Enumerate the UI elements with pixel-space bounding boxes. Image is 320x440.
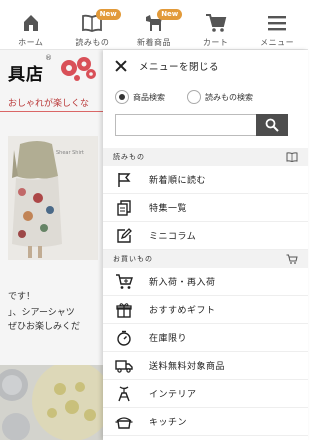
slide-menu: メニューを閉じる 商品検索 読みもの検索 読みもの 新着順に読む 特集一覧 ミニ… xyxy=(103,50,308,440)
flower-logo-icon xyxy=(61,57,96,81)
radio-product-search[interactable]: 商品検索 xyxy=(115,90,165,104)
menu-item-mini-column[interactable]: ミニコラム xyxy=(103,222,308,250)
menu-item-label: 新入荷・再入荷 xyxy=(149,278,216,288)
documents-icon xyxy=(115,199,133,217)
close-menu-button[interactable]: メニューを閉じる xyxy=(103,50,308,82)
delivery-truck-icon xyxy=(115,357,133,375)
gift-icon xyxy=(115,301,133,319)
pot-icon xyxy=(115,413,133,431)
nav-new-items-label: 新着商品 xyxy=(136,38,171,47)
section-header-reading: 読みもの xyxy=(103,148,308,166)
menu-item-interior[interactable]: インテリア xyxy=(103,380,308,408)
nav-cart[interactable]: カート xyxy=(185,0,247,49)
menu-item-label: 在庫限り xyxy=(149,334,188,344)
section-title: 読みもの xyxy=(113,153,145,161)
tagline-underline xyxy=(0,111,103,112)
home-icon xyxy=(20,13,42,33)
radio-unselected-icon xyxy=(187,90,201,104)
menu-item-label: 送料無料対象商品 xyxy=(149,362,226,372)
tagline: おしゃれが楽しくな xyxy=(8,99,90,109)
cart-icon xyxy=(286,254,298,264)
new-cart-icon xyxy=(115,273,133,291)
nav-new-items[interactable]: New 新着商品 xyxy=(123,0,185,49)
search-button[interactable] xyxy=(256,114,288,136)
menu-item-label: キッチン xyxy=(149,418,188,428)
radio-selected-icon xyxy=(115,90,129,104)
background-page: 具店 ® おしゃれが楽しくな Shear Shirt です！ 」、シアーシャツ … xyxy=(0,50,103,440)
cart-icon xyxy=(205,13,227,33)
nav-reading-label: 読みもの xyxy=(75,38,110,47)
section-header-shopping: お買いもの xyxy=(103,250,308,268)
menu-item-label: おすすめギフト xyxy=(149,306,216,316)
body-text-line: ぜひお楽しみくだ xyxy=(8,322,81,332)
menu-item-features[interactable]: 特集一覧 xyxy=(103,194,308,222)
edit-note-icon xyxy=(115,227,133,245)
menu-item-gifts[interactable]: おすすめギフト xyxy=(103,296,308,324)
close-icon xyxy=(115,60,127,72)
menu-item-label: ミニコラム xyxy=(149,232,197,242)
menu-item-label: 特集一覧 xyxy=(149,204,188,214)
photo-caption: Shear Shirt xyxy=(56,150,84,156)
radio-label: 商品検索 xyxy=(133,92,165,102)
timer-icon xyxy=(115,329,133,347)
menu-item-label: インテリア xyxy=(149,390,197,400)
chair-icon xyxy=(115,385,133,403)
book-icon xyxy=(286,152,298,162)
search-type-options: 商品検索 読みもの検索 xyxy=(115,90,275,104)
nav-cart-label: カート xyxy=(202,38,229,47)
product-photo[interactable] xyxy=(8,136,98,260)
menu-item-kitchen[interactable]: キッチン xyxy=(103,408,308,436)
shop-name: 具店 xyxy=(8,65,44,85)
nav-reading[interactable]: New 読みもの xyxy=(62,0,124,49)
menu-item-free-shipping[interactable]: 送料無料対象商品 xyxy=(103,352,308,380)
nav-home-label: ホーム xyxy=(18,38,44,47)
search-input[interactable] xyxy=(115,114,256,136)
radio-reading-search[interactable]: 読みもの検索 xyxy=(187,90,253,104)
body-text-line: 」、シアーシャツ xyxy=(8,308,75,318)
menu-item-limited-stock[interactable]: 在庫限り xyxy=(103,324,308,352)
radio-label: 読みもの検索 xyxy=(205,92,253,102)
close-menu-label: メニューを閉じる xyxy=(139,62,220,73)
search-icon xyxy=(265,118,279,132)
new-badge: New xyxy=(95,9,121,20)
nav-home[interactable]: ホーム xyxy=(0,0,62,49)
flag-icon xyxy=(115,171,133,189)
nav-menu-label: メニュー xyxy=(260,38,295,47)
body-text-line: です！ xyxy=(8,292,36,302)
registered-mark: ® xyxy=(45,54,52,62)
menu-item-latest-reads[interactable]: 新着順に読む xyxy=(103,166,308,194)
menu-item-label: 新着順に読む xyxy=(149,176,207,186)
new-badge: New xyxy=(157,9,183,20)
nav-menu[interactable]: メニュー xyxy=(246,0,308,49)
hamburger-icon xyxy=(266,13,288,33)
tableware-photo[interactable] xyxy=(0,365,103,440)
search-bar xyxy=(115,114,288,136)
menu-item-new-arrivals[interactable]: 新入荷・再入荷 xyxy=(103,268,308,296)
top-navigation: ホーム New 読みもの New 新着商品 カート メニュー xyxy=(0,0,308,50)
section-title: お買いもの xyxy=(113,255,153,263)
